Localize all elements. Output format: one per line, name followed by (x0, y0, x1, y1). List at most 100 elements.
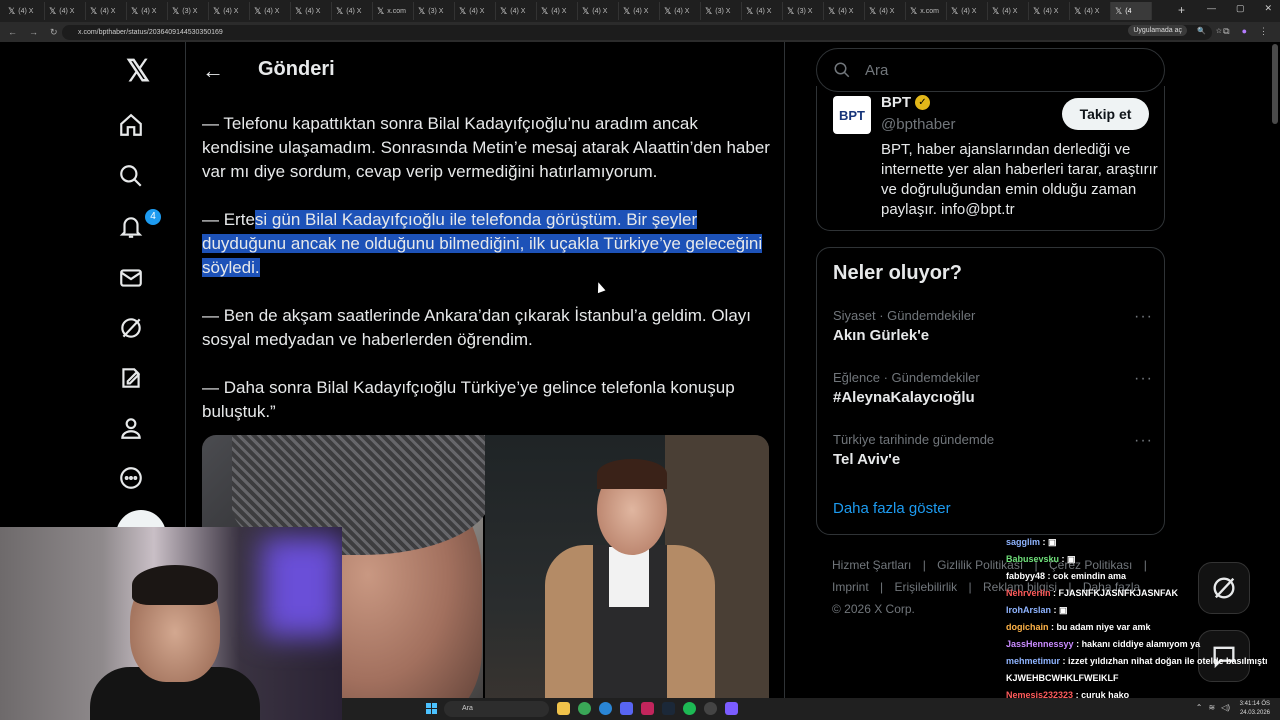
browser-tab[interactable]: 𝕏 (3) X (168, 2, 209, 20)
trend-item[interactable]: Siyaset · Gündemdekiler Akın Gürlek'e ··… (833, 308, 1153, 344)
taskbar-clock[interactable]: 3:41:14 ÖS 24.03.2026 (1240, 700, 1270, 718)
maximize-icon[interactable]: ▢ (1236, 3, 1245, 14)
back-icon[interactable]: ← (8, 27, 17, 38)
profile-name[interactable]: BPT (881, 94, 911, 111)
chat-text: bu adam niye var amk (1056, 622, 1151, 632)
volume-icon[interactable]: ◁) (1221, 703, 1230, 712)
post-photo-2[interactable] (485, 435, 769, 720)
home-icon[interactable] (116, 110, 146, 140)
bookmark-icon[interactable]: ☆ (1216, 27, 1222, 35)
grok-icon[interactable] (116, 313, 146, 343)
obs-icon[interactable] (704, 702, 717, 715)
browser-menu-icon[interactable]: ⋮ (1259, 26, 1268, 37)
tab-label: (4) X (961, 7, 977, 15)
trend-item[interactable]: Türkiye tarihinde gündemde Tel Aviv'e ··… (833, 432, 1153, 468)
browser-tab[interactable]: 𝕏 (4) X (865, 2, 906, 20)
browser-tab[interactable]: 𝕏 (4 (1111, 2, 1152, 20)
follow-button[interactable]: Takip et (1062, 98, 1149, 130)
browser-tab[interactable]: 𝕏 (4) X (1029, 2, 1070, 20)
footer-link-accessibility[interactable]: Erişilebilirlik (895, 580, 958, 594)
more-options-icon[interactable]: ··· (1134, 370, 1153, 388)
x-favicon-icon: 𝕏 (90, 5, 98, 16)
zoom-icon[interactable]: 🔍 (1197, 27, 1206, 35)
browser-tab[interactable]: 𝕏 (4) X (250, 2, 291, 20)
windows-start-icon[interactable] (426, 703, 437, 714)
file-explorer-icon[interactable] (557, 702, 570, 715)
reload-icon[interactable]: ↻ (50, 27, 58, 38)
profile-icon[interactable] (116, 413, 146, 443)
browser-tab[interactable]: 𝕏 (4) X (455, 2, 496, 20)
minimize-icon[interactable]: — (1207, 3, 1216, 14)
chat-text: izzet yıldızhan nihat doğan ile otelde b… (1068, 656, 1268, 666)
profile-avatar-icon[interactable]: ● (1242, 26, 1247, 37)
more-options-icon[interactable]: ··· (1134, 432, 1153, 450)
app-icon[interactable] (641, 702, 654, 715)
notifications-icon[interactable]: 4 (116, 209, 161, 242)
browser-tab[interactable]: 𝕏 (4) X (578, 2, 619, 20)
browser-tab[interactable]: 𝕏 (4) X (4, 2, 45, 20)
tray-chevron-icon[interactable]: ⌃ (1196, 703, 1203, 712)
browser-tab[interactable]: 𝕏 (4) X (332, 2, 373, 20)
chat-username[interactable]: sagglim (1006, 537, 1040, 547)
chat-username[interactable]: fabbyy48 (1006, 571, 1045, 581)
wifi-icon[interactable]: ≋ (1208, 703, 1215, 712)
steam-icon[interactable] (662, 702, 675, 715)
search-icon[interactable] (116, 161, 146, 191)
chat-username[interactable]: Nehrverlin (1006, 588, 1051, 598)
chat-username[interactable]: mehmetimur (1006, 656, 1060, 666)
chat-message: JassHennessyy : hakanı ciddiye alamıyom … (1006, 636, 1276, 653)
browser-tab[interactable]: 𝕏 (3) X (701, 2, 742, 20)
chrome-icon[interactable] (578, 702, 591, 715)
back-arrow-icon[interactable]: ← (202, 58, 224, 84)
browser-tab[interactable]: 𝕏 (4) X (947, 2, 988, 20)
browser-tab[interactable]: 𝕏 (4) X (824, 2, 865, 20)
browser-tab[interactable]: 𝕏 (4) X (742, 2, 783, 20)
x-favicon-icon: 𝕏 (254, 5, 262, 16)
browser-tab[interactable]: 𝕏 (4) X (45, 2, 86, 20)
close-window-icon[interactable]: ✕ (1264, 3, 1272, 14)
chat-username[interactable]: Babusevsku (1006, 554, 1059, 564)
chat-username[interactable]: JassHennessyy (1006, 639, 1074, 649)
page-scrollbar[interactable] (1272, 44, 1278, 124)
avatar[interactable]: BPT (833, 96, 871, 134)
browser-tab[interactable]: 𝕏x.com (373, 2, 414, 20)
footer-separator: | (922, 558, 926, 572)
profile-handle[interactable]: @bpthaber (881, 116, 955, 133)
chat-username[interactable]: dogichain (1006, 622, 1049, 632)
messages-icon[interactable] (116, 263, 146, 293)
browser-tab[interactable]: 𝕏 (3) X (414, 2, 455, 20)
trend-item[interactable]: Eğlence · Gündemdekiler #AleynaKalaycıoğ… (833, 370, 1153, 406)
browser-tab[interactable]: 𝕏 (4) X (537, 2, 578, 20)
browser-tab[interactable]: 𝕏 (4) X (291, 2, 332, 20)
clock-date: 24.03.2026 (1239, 710, 1270, 716)
browser-tab[interactable]: 𝕏 (4) X (209, 2, 250, 20)
forward-icon[interactable]: → (29, 27, 38, 38)
chat-username[interactable]: IrohArslan (1006, 605, 1051, 615)
browser-tab[interactable]: 𝕏 (4) X (660, 2, 701, 20)
discord-icon[interactable] (620, 702, 633, 715)
new-tab-button[interactable]: + (1178, 3, 1185, 17)
browser-tab[interactable]: 𝕏 (4) X (127, 2, 168, 20)
browser-tab[interactable]: 𝕏 (4) X (86, 2, 127, 20)
extensions-icon[interactable]: ⧉ (1223, 26, 1229, 37)
chat-text: KJWEHBCWHKLFWEIKLF (1006, 673, 1119, 683)
taskbar-search[interactable]: Ara (444, 701, 549, 717)
open-in-app-button[interactable]: Uygulamada aç (1128, 25, 1187, 36)
browser-tab[interactable]: 𝕏 (4) X (619, 2, 660, 20)
url-field[interactable]: x.com/bpthaber/status/203640914453035016… (62, 25, 1212, 40)
footer-link-imprint[interactable]: Imprint (832, 580, 869, 594)
footer-link-terms[interactable]: Hizmet Şartları (832, 558, 911, 572)
browser-tab[interactable]: 𝕏 (4) X (496, 2, 537, 20)
edge-icon[interactable] (599, 702, 612, 715)
browser-tab[interactable]: 𝕏 (4) X (1070, 2, 1111, 20)
browser-tab[interactable]: 𝕏x.com (906, 2, 947, 20)
more-options-icon[interactable]: ··· (1134, 308, 1153, 326)
x-logo[interactable]: 𝕏 (126, 54, 150, 89)
spotify-icon[interactable] (683, 702, 696, 715)
app-icon[interactable] (725, 702, 738, 715)
premium-icon[interactable] (116, 363, 146, 393)
more-icon[interactable] (116, 463, 146, 493)
browser-tab[interactable]: 𝕏 (3) X (783, 2, 824, 20)
browser-tab[interactable]: 𝕏 (4) X (988, 2, 1029, 20)
show-more-link[interactable]: Daha fazla göster (833, 500, 951, 517)
